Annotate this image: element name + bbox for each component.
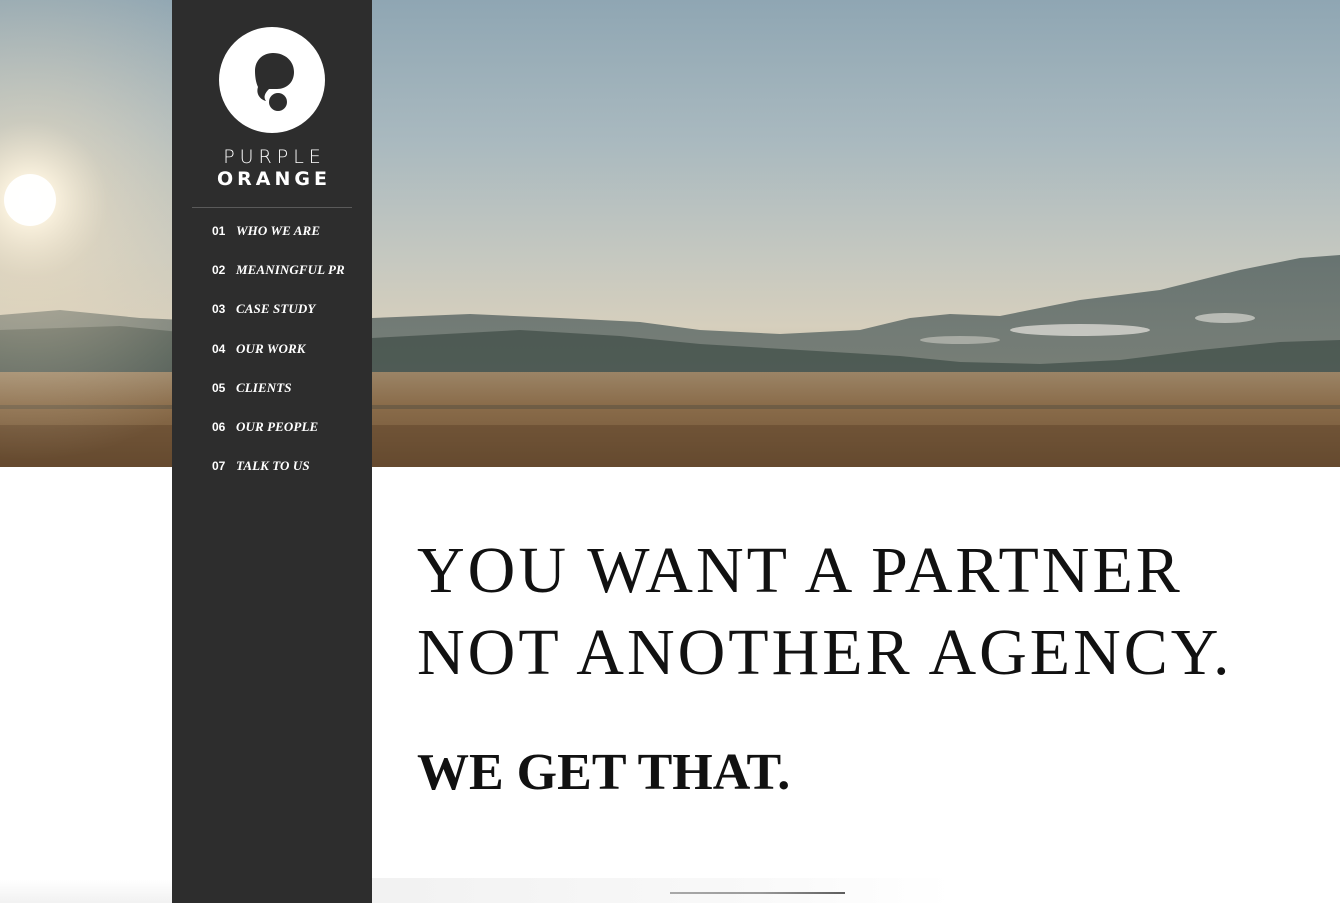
nav-item-number: 03 xyxy=(212,302,226,317)
nav-item-our-people[interactable]: 06 OUR PEOPLE xyxy=(212,418,345,457)
nav-item-case-study[interactable]: 03 CASE STUDY xyxy=(212,300,345,339)
nav-item-label: OUR WORK xyxy=(236,340,306,356)
sidebar-divider xyxy=(192,207,352,208)
speech-bubble-logo-icon[interactable] xyxy=(219,27,325,133)
main-headline: YOU WANT A PARTNER NOT ANOTHER AGENCY. xyxy=(417,530,1232,694)
nav-item-label: MEANINGFUL PR xyxy=(236,262,345,278)
nav-item-number: 01 xyxy=(212,224,226,238)
brand-name-bottom: ORANGE xyxy=(217,168,331,190)
nav-item-our-work[interactable]: 04 OUR WORK xyxy=(212,340,345,379)
subheadline: WE GET THAT. xyxy=(417,744,791,801)
nav-item-number: 02 xyxy=(212,263,226,278)
content-fade xyxy=(372,878,1340,903)
headline-line-2: NOT ANOTHER AGENCY. xyxy=(417,616,1233,689)
nav-item-talk-to-us[interactable]: 07 TALK TO US xyxy=(212,457,345,496)
nav-item-number: 04 xyxy=(212,341,226,356)
nav-item-meaningful-pr[interactable]: 02 MEANINGFUL PR xyxy=(212,261,345,300)
nav-item-number: 05 xyxy=(212,380,226,395)
main-nav: 01 WHO WE ARE 02 MEANINGFUL PR 03 CASE S… xyxy=(212,222,345,496)
sidebar: PURPLE ORANGE 01 WHO WE ARE 02 MEANINGFU… xyxy=(172,0,372,903)
headline-line-1: YOU WANT A PARTNER xyxy=(417,534,1183,607)
page-fade xyxy=(0,880,172,903)
brand-name-top: PURPLE xyxy=(223,146,326,168)
nav-item-label: TALK TO US xyxy=(236,458,310,474)
nav-item-number: 06 xyxy=(212,419,226,434)
nav-item-label: WHO WE ARE xyxy=(236,223,321,238)
nav-item-clients[interactable]: 05 CLIENTS xyxy=(212,379,345,418)
nav-item-label: CASE STUDY xyxy=(236,301,316,317)
nav-item-who-we-are[interactable]: 01 WHO WE ARE xyxy=(212,222,345,261)
page: PURPLE ORANGE 01 WHO WE ARE 02 MEANINGFU… xyxy=(0,0,1340,903)
nav-item-label: CLIENTS xyxy=(236,379,292,395)
nav-item-label: OUR PEOPLE xyxy=(236,418,319,434)
nav-item-number: 07 xyxy=(212,459,226,474)
